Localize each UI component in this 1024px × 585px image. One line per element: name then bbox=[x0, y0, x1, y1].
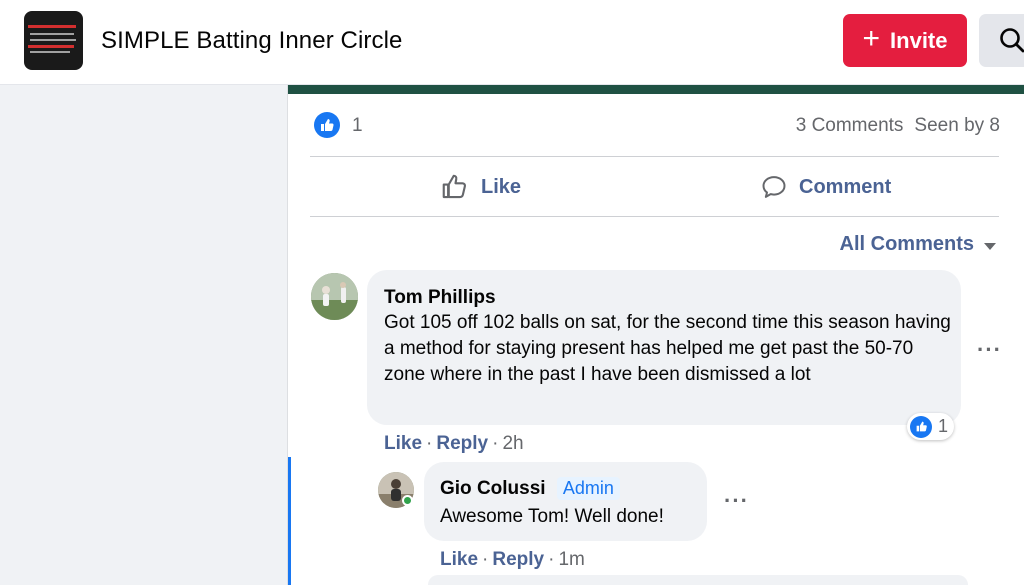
reply-bubble: Gio Colussi Admin Awesome Tom! Well done… bbox=[424, 462, 707, 541]
search-icon bbox=[1000, 28, 1024, 53]
divider bbox=[310, 156, 999, 157]
comment-author[interactable]: Tom Phillips bbox=[384, 287, 496, 309]
all-comments-filter[interactable]: All Comments bbox=[840, 233, 996, 256]
like-label: Like bbox=[481, 175, 522, 198]
group-header: SIMPLE Batting Inner Circle + Invite bbox=[0, 0, 1024, 85]
more-options-icon[interactable]: ··· bbox=[724, 488, 749, 514]
comment-reaction-pill[interactable]: 1 bbox=[907, 413, 955, 440]
reply-thread-line bbox=[288, 457, 291, 585]
comment-text: Got 105 off 102 balls on sat, for the se… bbox=[384, 312, 951, 385]
reply-like-link[interactable]: Like bbox=[440, 549, 478, 571]
post-top-bar bbox=[288, 85, 1024, 94]
more-options-icon[interactable]: ··· bbox=[977, 337, 1002, 363]
post-card: 1 3 Comments Seen by 8 Like Comment All … bbox=[287, 85, 1024, 585]
comment-label: Comment bbox=[799, 175, 892, 198]
online-status-icon bbox=[402, 495, 413, 506]
like-reaction-icon[interactable] bbox=[314, 112, 340, 138]
comment-actions: Like · Reply · 2h bbox=[384, 433, 524, 455]
comments-count[interactable]: 3 Comments bbox=[796, 115, 904, 137]
next-reply-bubble bbox=[428, 575, 968, 585]
seen-by[interactable]: Seen by 8 bbox=[914, 115, 1000, 137]
reply-author[interactable]: Gio Colussi bbox=[440, 478, 546, 499]
post-actions: Like Comment bbox=[310, 159, 999, 215]
avatar[interactable] bbox=[311, 273, 358, 320]
comment-bubble: Tom Phillips Got 105 off 102 balls on sa… bbox=[367, 270, 961, 425]
admin-badge[interactable]: Admin bbox=[556, 477, 620, 500]
divider bbox=[310, 216, 999, 217]
comment-reply-link[interactable]: Reply bbox=[436, 433, 488, 455]
like-reaction-icon bbox=[910, 415, 932, 438]
caret-down-icon bbox=[984, 242, 996, 250]
comment-like-link[interactable]: Like bbox=[384, 433, 422, 455]
comment-button[interactable]: Comment bbox=[760, 159, 891, 215]
reply-author-row: Gio Colussi Admin bbox=[440, 477, 620, 500]
reply-time[interactable]: 1m bbox=[558, 549, 584, 571]
group-title[interactable]: SIMPLE Batting Inner Circle bbox=[101, 27, 403, 55]
reply-actions: Like · Reply · 1m bbox=[440, 549, 585, 571]
reply-text: Awesome Tom! Well done! bbox=[440, 506, 664, 527]
all-comments-label: All Comments bbox=[839, 233, 974, 255]
post-stats: 1 3 Comments Seen by 8 bbox=[312, 111, 1000, 141]
comment-icon bbox=[762, 176, 786, 198]
thumbs-up-icon bbox=[442, 174, 467, 199]
group-thumbnail[interactable] bbox=[24, 11, 83, 70]
like-button[interactable]: Like bbox=[440, 159, 521, 215]
like-count[interactable]: 1 bbox=[352, 115, 363, 137]
search-button[interactable] bbox=[979, 14, 1024, 67]
comment-time[interactable]: 2h bbox=[502, 433, 523, 455]
invite-label: Invite bbox=[890, 27, 948, 53]
reply-reply-link[interactable]: Reply bbox=[492, 549, 544, 571]
plus-icon: + bbox=[862, 22, 881, 55]
reaction-count: 1 bbox=[938, 416, 949, 436]
invite-button[interactable]: + Invite bbox=[843, 14, 967, 67]
